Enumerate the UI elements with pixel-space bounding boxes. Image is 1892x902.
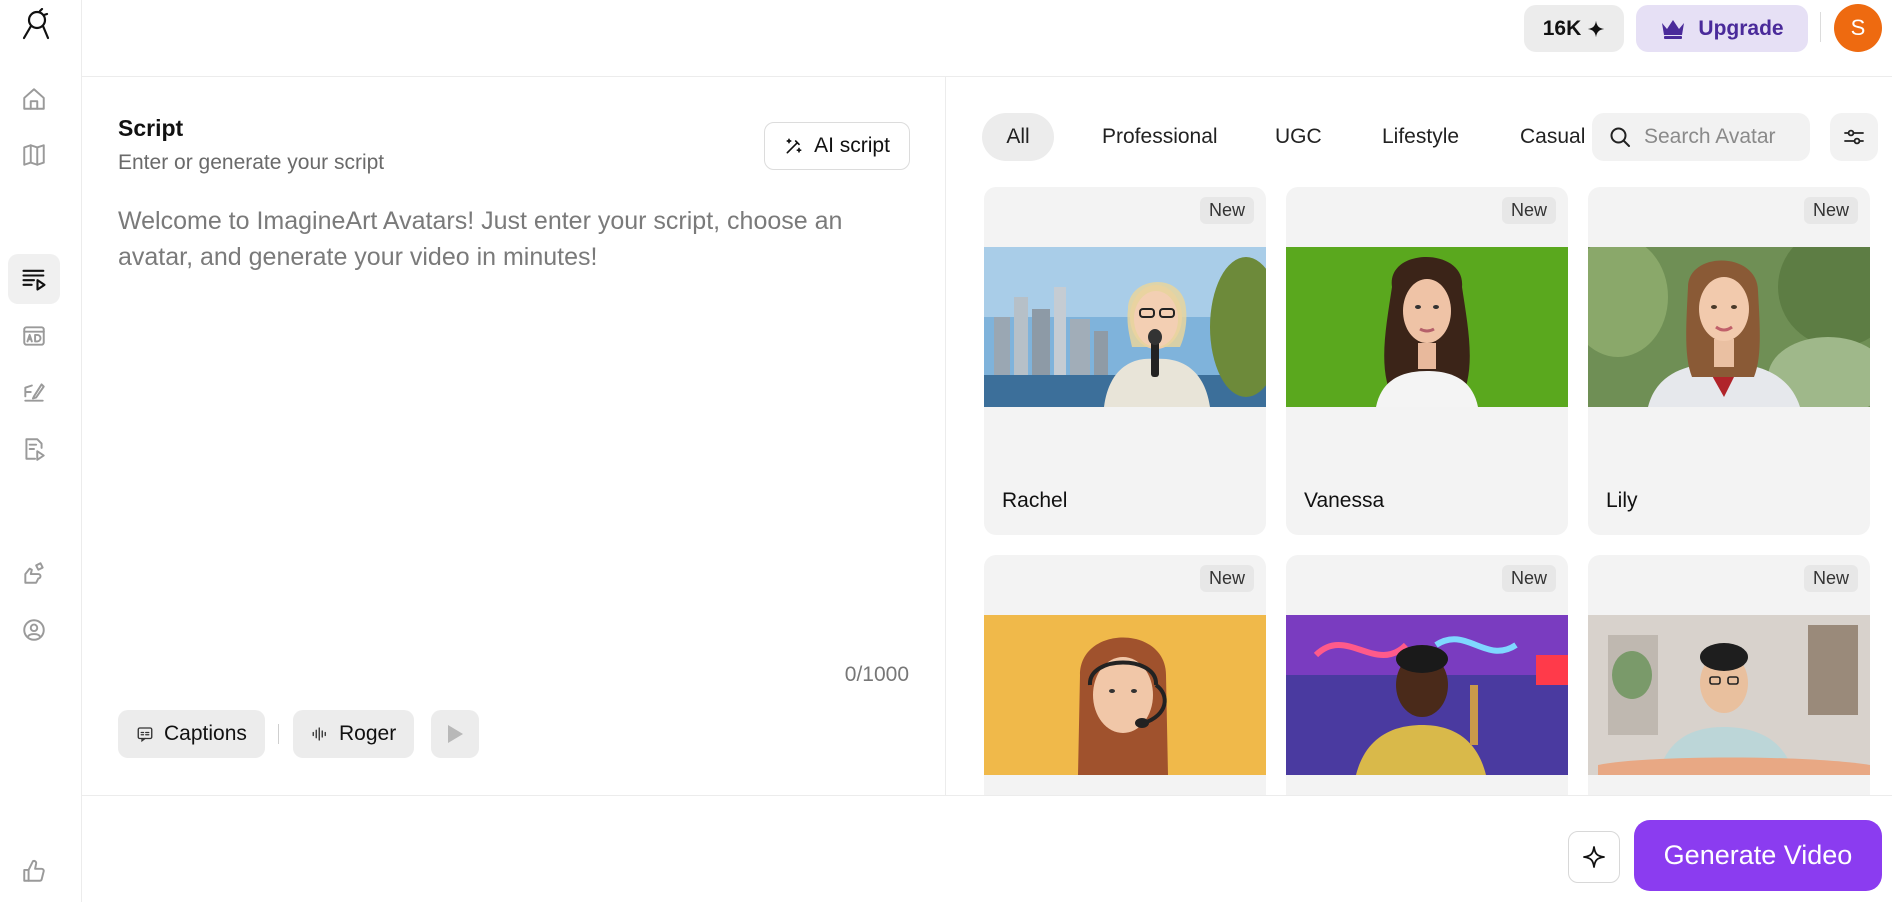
divider — [278, 724, 279, 744]
sidebar-item-avatars[interactable] — [8, 605, 60, 655]
new-badge: New — [1803, 565, 1858, 592]
avatar-card-rachel[interactable]: New Rachel — [984, 187, 1266, 535]
avatar-photo — [1588, 615, 1870, 775]
sparkle-icon — [1583, 846, 1605, 868]
char-counter: 0/1000 — [844, 663, 909, 686]
avatar-initial: S — [1850, 15, 1866, 40]
user-circle-icon — [23, 619, 45, 641]
script-input[interactable] — [118, 203, 908, 603]
captions-icon — [137, 727, 153, 743]
new-badge: New — [1199, 565, 1254, 592]
avatar-photo — [984, 247, 1266, 407]
tab-all[interactable]: All — [982, 113, 1054, 161]
sidebar-item-library[interactable] — [8, 130, 60, 180]
hand-icon — [24, 562, 44, 584]
sparkle-icon — [1588, 20, 1605, 37]
search-box[interactable] — [1592, 113, 1810, 161]
search-input[interactable] — [1644, 125, 1794, 149]
tab-casual[interactable]: Casual — [1502, 113, 1603, 161]
sidebar-item-ads[interactable] — [8, 311, 60, 361]
enhance-button[interactable] — [1568, 831, 1620, 883]
captions-button[interactable]: Captions — [118, 710, 265, 758]
script-subtitle: Enter or generate your script — [118, 151, 385, 174]
user-avatar[interactable]: S — [1834, 4, 1882, 52]
magic-wand-icon — [786, 138, 802, 154]
avatar-photo — [1286, 615, 1568, 775]
generate-label: Generate Video — [1663, 840, 1853, 870]
avatar-name: Vanessa — [1304, 489, 1385, 512]
sidebar-item-editor[interactable] — [8, 367, 60, 417]
avatar-card-lily[interactable]: New Lily — [1588, 187, 1870, 535]
sliders-icon — [1844, 129, 1864, 145]
avatar-photo — [984, 615, 1266, 775]
captions-label: Captions — [164, 722, 247, 745]
script-panel: Script Enter or generate your script AI … — [82, 77, 946, 795]
waveform-icon — [312, 727, 326, 741]
tab-professional[interactable]: Professional — [1084, 113, 1236, 161]
search-icon — [1610, 127, 1630, 147]
bottom-bar — [82, 795, 1892, 902]
book-icon — [23, 144, 45, 166]
sidebar — [0, 0, 82, 902]
doc-play-icon — [25, 438, 45, 461]
avatar-card[interactable]: New — [984, 555, 1266, 795]
ai-script-label: AI script — [814, 134, 890, 157]
edit-doc-icon — [24, 383, 45, 402]
new-badge: New — [1199, 197, 1254, 224]
credits-count: 16K — [1542, 16, 1582, 40]
logo-icon — [22, 7, 50, 40]
home-icon — [23, 88, 45, 110]
new-badge: New — [1803, 197, 1858, 224]
avatar-name: Rachel — [1002, 489, 1068, 512]
script-title: Script — [118, 115, 184, 141]
logo[interactable] — [20, 7, 52, 42]
sidebar-item-marketplace[interactable] — [8, 548, 60, 598]
divider — [1820, 12, 1821, 42]
avatar-photo — [1588, 247, 1870, 407]
generate-video-button[interactable]: Generate Video — [1634, 820, 1882, 891]
avatar-panel: All Professional UGC Lifestyle Casual Ne… — [946, 77, 1892, 795]
avatar-card[interactable]: New — [1588, 555, 1870, 795]
ad-icon — [23, 326, 45, 346]
avatar-name: Lily — [1606, 489, 1638, 512]
crown-icon — [1662, 19, 1685, 39]
upgrade-button[interactable]: Upgrade — [1636, 5, 1808, 52]
credits-badge[interactable]: 16K — [1524, 5, 1624, 52]
filter-button[interactable] — [1830, 113, 1878, 161]
ai-script-button[interactable]: AI script — [764, 122, 910, 170]
avatar-card-vanessa[interactable]: New Vanessa — [1286, 187, 1568, 535]
tab-lifestyle[interactable]: Lifestyle — [1364, 113, 1477, 161]
tab-ugc[interactable]: UGC — [1257, 113, 1340, 161]
sidebar-item-feedback[interactable] — [8, 846, 60, 896]
new-badge: New — [1501, 197, 1556, 224]
sidebar-item-doc-video[interactable] — [8, 424, 60, 474]
upgrade-label: Upgrade — [1698, 16, 1784, 40]
avatar-photo — [1286, 247, 1568, 407]
sidebar-item-script-video[interactable] — [8, 254, 60, 304]
avatar-card[interactable]: New — [1286, 555, 1568, 795]
play-icon — [448, 725, 463, 743]
new-badge: New — [1501, 565, 1556, 592]
voice-label: Roger — [339, 722, 397, 745]
script-video-icon — [22, 269, 46, 291]
voice-selector[interactable]: Roger — [293, 710, 415, 758]
play-button[interactable] — [431, 710, 479, 758]
thumbs-up-icon — [23, 860, 45, 882]
sidebar-item-home[interactable] — [8, 74, 60, 124]
